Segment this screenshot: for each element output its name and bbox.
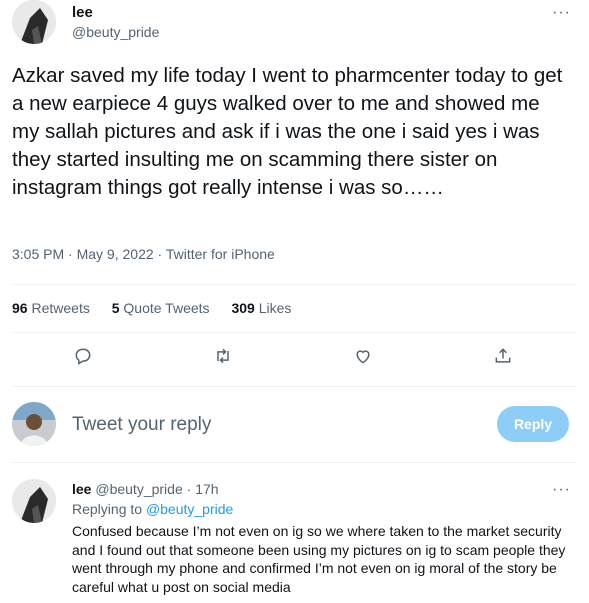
reply-more-options-icon[interactable]: ··· — [552, 481, 571, 499]
replying-to-link[interactable]: @beuty_pride — [146, 501, 233, 517]
share-icon[interactable] — [493, 346, 515, 368]
quotes-count: 5 — [111, 300, 120, 316]
tweet-time[interactable]: 3:05 PM — [12, 246, 64, 262]
likes-count: 309 — [231, 300, 255, 316]
tweet-date[interactable]: May 9, 2022 — [77, 246, 154, 262]
reply-age[interactable]: 17h — [195, 481, 218, 497]
meta-separator: · — [153, 246, 166, 262]
current-user-avatar[interactable] — [12, 402, 56, 446]
tweet-text: Azkar saved my life today I went to phar… — [12, 64, 563, 199]
divider — [12, 386, 577, 387]
divider — [12, 462, 577, 463]
author-display-name[interactable]: lee — [72, 4, 93, 21]
replying-to: Replying to @beuty_pride — [72, 501, 233, 517]
tweet-actions — [0, 346, 589, 370]
reply-input[interactable]: Tweet your reply — [72, 414, 211, 436]
more-options-icon[interactable]: ··· — [552, 4, 571, 22]
reply-display-name[interactable]: lee — [72, 481, 91, 497]
replying-to-label: Replying to — [72, 501, 143, 517]
quote-tweets-stat[interactable]: 5 Quote Tweets — [112, 300, 210, 316]
reply-handle[interactable]: @beuty_pride — [95, 481, 182, 497]
like-icon[interactable] — [353, 346, 375, 368]
author-handle[interactable]: @beuty_pride — [72, 24, 159, 40]
meta-separator: · — [64, 246, 77, 262]
divider — [12, 284, 577, 285]
reply-author-avatar[interactable] — [12, 479, 56, 523]
retweet-icon[interactable] — [213, 346, 235, 368]
meta-separator: · — [182, 481, 196, 497]
divider — [12, 332, 577, 333]
reply-icon[interactable] — [73, 346, 95, 368]
reply-button[interactable]: Reply — [497, 406, 569, 442]
reply-header: lee @beuty_pride · 17h — [72, 481, 219, 497]
reply-text: Confused because I’m not even on ig so w… — [72, 523, 566, 595]
likes-label: Likes — [258, 300, 292, 316]
likes-stat[interactable]: 309 Likes — [231, 300, 291, 316]
retweets-stat[interactable]: 96 Retweets — [12, 300, 90, 316]
quotes-label: Quote Tweets — [123, 300, 210, 316]
retweets-count: 96 — [12, 300, 28, 316]
tweet-meta: 3:05 PM · May 9, 2022 · Twitter for iPho… — [12, 246, 275, 262]
retweets-label: Retweets — [31, 300, 90, 316]
author-avatar[interactable] — [12, 0, 56, 44]
tweet-stats: 96 Retweets 5 Quote Tweets 309 Likes — [12, 300, 309, 316]
tweet-source[interactable]: Twitter for iPhone — [166, 246, 275, 262]
